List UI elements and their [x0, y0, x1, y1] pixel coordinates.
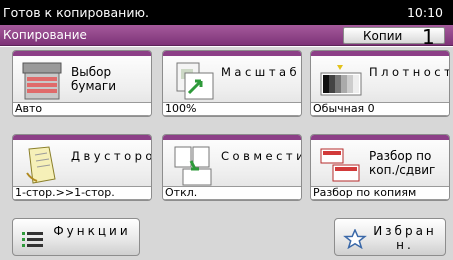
paper-selection-label: Выбор бумаги	[71, 65, 117, 93]
paper-selection-tile[interactable]: Выбор бумаги Авто	[12, 50, 152, 117]
paper-selection-value: Авто	[13, 102, 151, 116]
functions-button[interactable]: Функции	[12, 218, 140, 256]
collate-tile[interactable]: Разбор по коп./сдвиг Разбор по копиям	[310, 134, 450, 201]
combine-tile[interactable]: Совместить Откл.	[162, 134, 302, 201]
duplex-icon	[26, 146, 56, 184]
combine-label: Совместить	[221, 149, 301, 163]
copies-label: Копии	[363, 29, 403, 43]
combine-icon	[174, 146, 212, 186]
status-message: Готов к копированию.	[3, 5, 149, 20]
tile-accent-bar	[13, 135, 151, 140]
tile-accent-bar	[13, 51, 151, 56]
collate-label: Разбор по коп./сдвиг	[369, 149, 436, 177]
zoom-icon	[176, 62, 214, 100]
clock: 10:10	[406, 5, 443, 20]
tile-accent-bar	[311, 51, 449, 56]
list-icon	[22, 232, 43, 247]
favorites-button[interactable]: Избран н.	[334, 218, 446, 256]
zoom-tile[interactable]: Масштаб 100%	[162, 50, 302, 117]
favorites-label: Избран н.	[373, 224, 437, 252]
density-icon	[320, 65, 362, 96]
status-bar: Готов к копированию. 10:10	[0, 0, 453, 25]
printer-icon	[22, 62, 62, 100]
copy-panel: Выбор бумаги Авто Масштаб 100% Плотность…	[0, 47, 453, 260]
duplex-tile[interactable]: Двусторонняя 1-стор.>>1-стор.	[12, 134, 152, 201]
tile-accent-bar	[163, 135, 301, 140]
zoom-label: Масштаб	[221, 65, 301, 79]
collate-icon	[320, 148, 360, 182]
page-title: Копирование	[3, 28, 87, 42]
duplex-label: Двусторонняя	[71, 149, 151, 163]
tile-accent-bar	[311, 135, 449, 140]
copies-button[interactable]: Копии 1	[343, 25, 445, 49]
combine-value: Откл.	[163, 186, 301, 200]
tile-accent-bar	[163, 51, 301, 56]
density-label: Плотность	[369, 65, 449, 79]
functions-label: Функции	[53, 224, 131, 238]
density-value: Обычная 0	[311, 102, 449, 116]
copies-count: 1	[422, 25, 435, 49]
star-icon	[343, 229, 367, 249]
duplex-value: 1-стор.>>1-стор.	[13, 186, 151, 200]
title-bar: Копирование Копии 1	[0, 25, 453, 49]
collate-value: Разбор по копиям	[311, 186, 449, 200]
zoom-value: 100%	[163, 102, 301, 116]
density-tile[interactable]: Плотность Обычная 0	[310, 50, 450, 117]
